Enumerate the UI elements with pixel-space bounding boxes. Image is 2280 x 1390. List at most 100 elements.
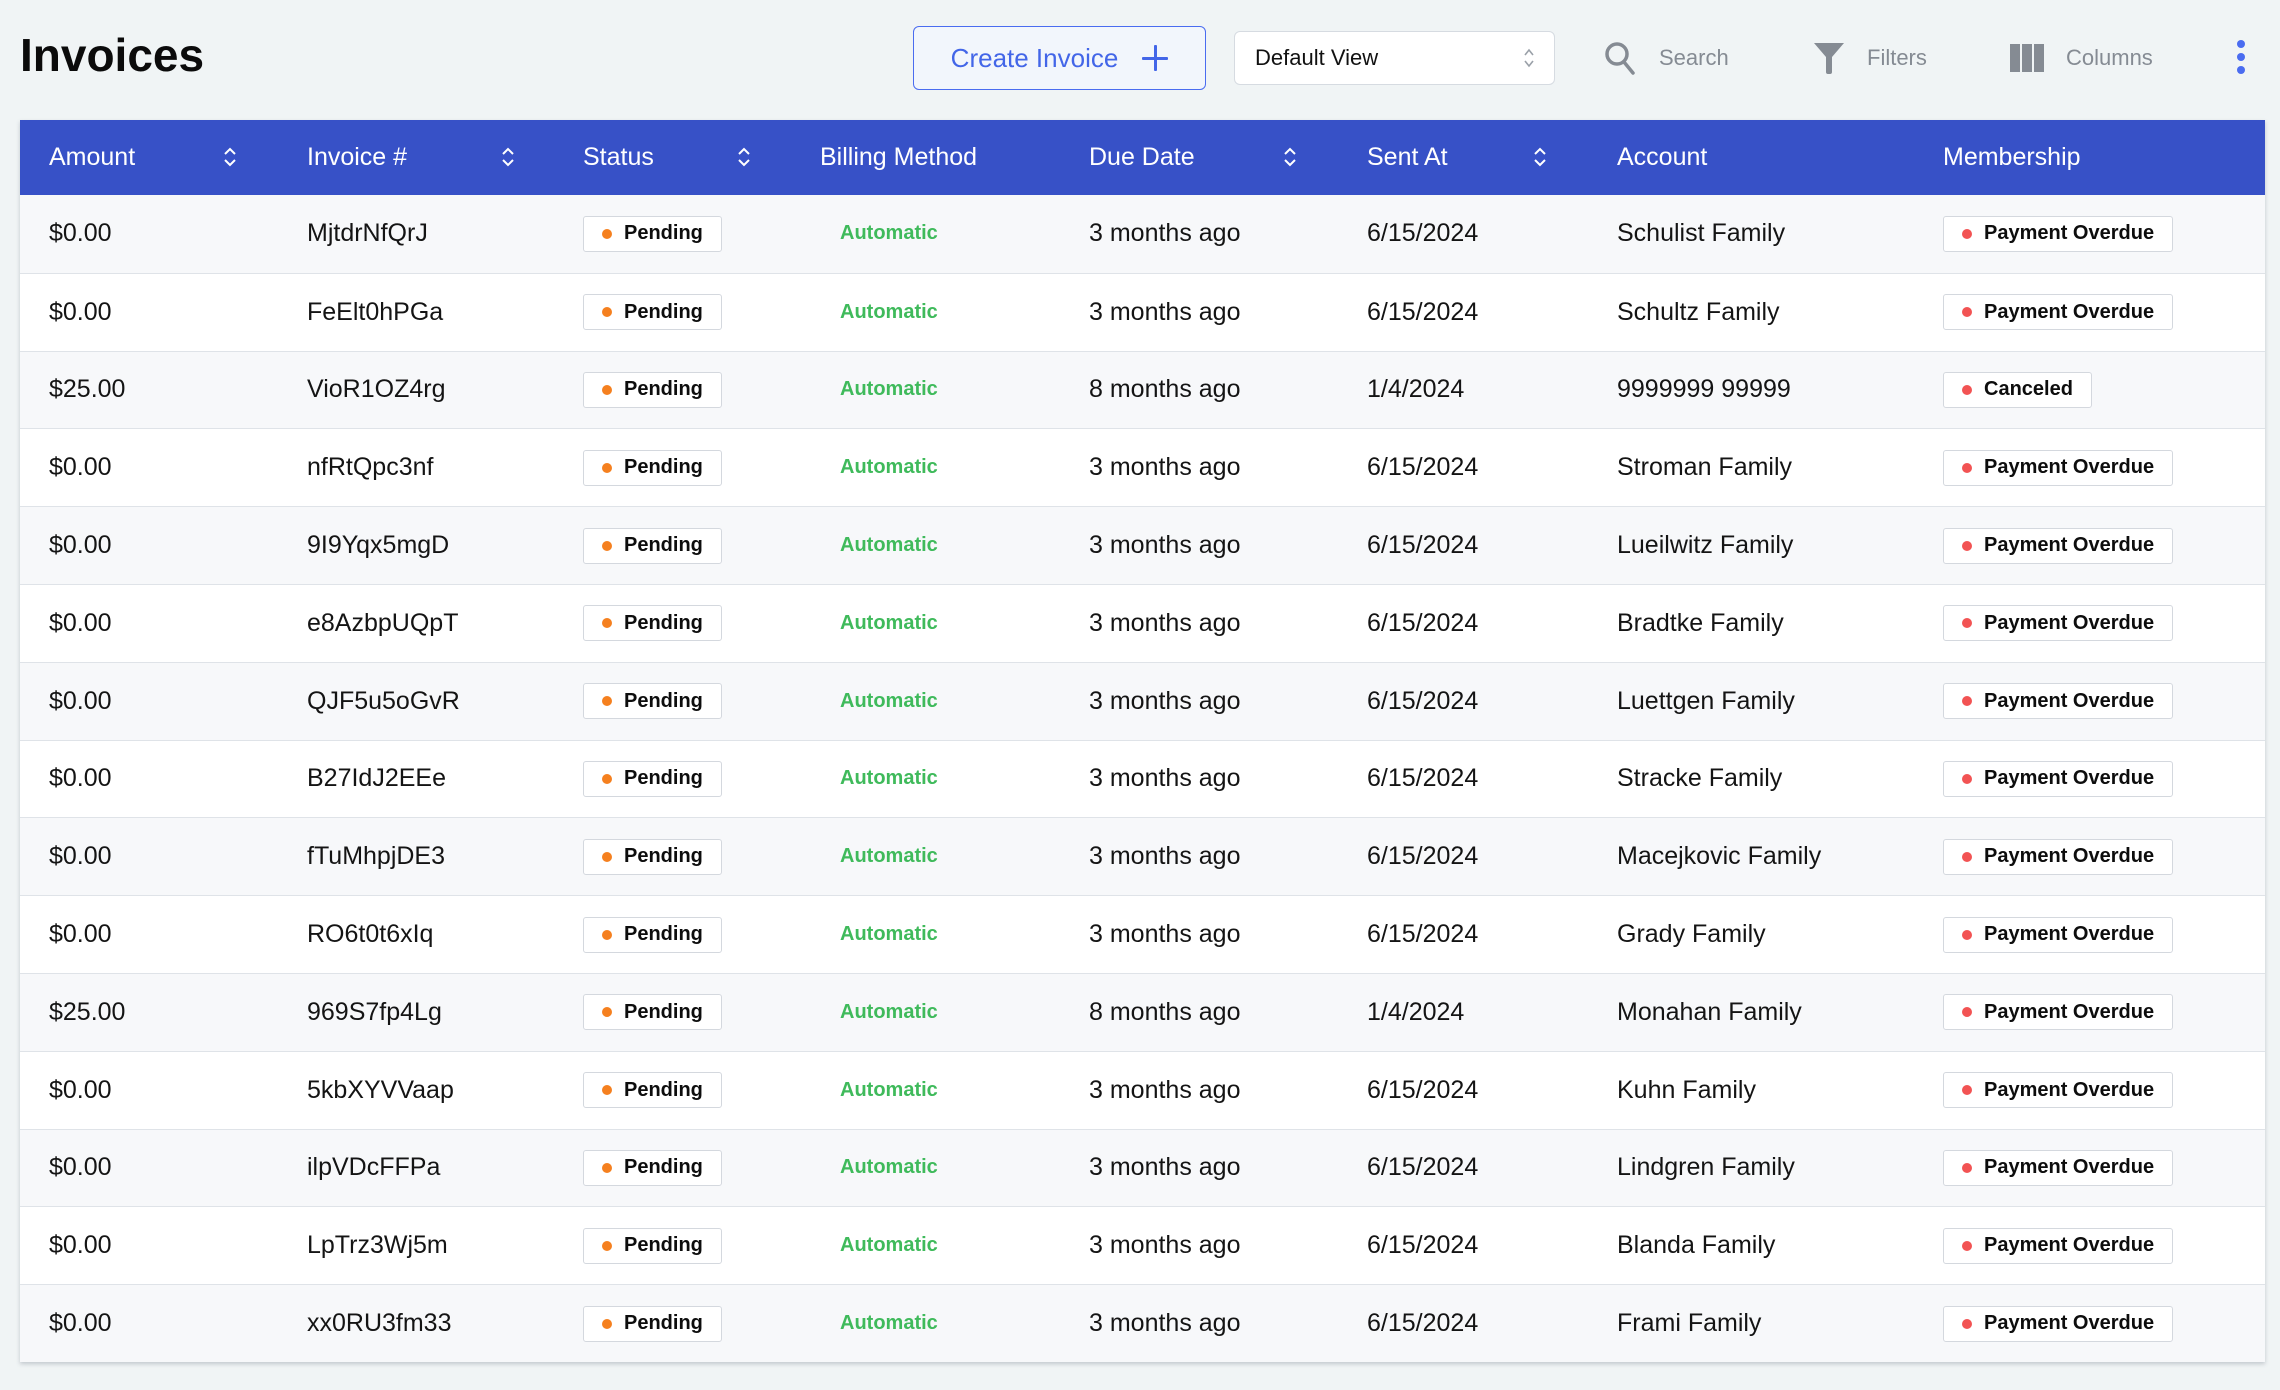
cell-invoice-number: B27IdJ2EEe xyxy=(307,764,446,793)
cell-amount: $0.00 xyxy=(49,531,112,560)
cell-account: Lindgren Family xyxy=(1617,1153,1795,1182)
cell-due-date: 3 months ago xyxy=(1089,608,1241,637)
status-dot-icon xyxy=(1962,696,1972,707)
sort-icon[interactable] xyxy=(501,144,515,170)
kebab-menu-icon[interactable] xyxy=(2231,40,2251,76)
status-dot-icon xyxy=(602,462,612,473)
table-row[interactable]: $0.00 QJF5u5oGvR Pending Automatic 3 months … xyxy=(20,661,2265,740)
cell-invoice-number: MjtdrNfQrJ xyxy=(307,219,428,248)
membership-badge: Payment Overdue xyxy=(1943,294,2174,331)
invoices-table: Amount Invoice # Status Billing Method Due D… xyxy=(20,120,2265,1362)
cell-membership: Payment Overdue xyxy=(1943,1052,2174,1129)
status-badge: Pending xyxy=(583,994,722,1031)
table-row[interactable]: $0.00 e8AzbpUQpT Pending Automatic 3 months … xyxy=(20,583,2265,662)
cell-sent-at: 6/15/2024 xyxy=(1367,764,1479,793)
cell-billing-method: Automatic xyxy=(820,896,938,973)
billing-method-label: Automatic xyxy=(840,1156,938,1179)
table-row[interactable]: $0.00 RO6t0t6xIq Pending Automatic 3 months … xyxy=(20,895,2265,973)
cell-billing-method: Automatic xyxy=(820,741,938,818)
membership-badge: Payment Overdue xyxy=(1943,449,2174,486)
billing-method-label: Automatic xyxy=(840,300,938,323)
column-header-invoice-number[interactable]: Invoice # xyxy=(307,120,407,195)
membership-badge-label: Payment Overdue xyxy=(1984,534,2155,557)
billing-method-label: Automatic xyxy=(840,611,938,634)
create-invoice-button[interactable]: Create Invoice xyxy=(913,26,1206,90)
billing-method-label: Automatic xyxy=(840,1312,938,1335)
column-header-membership[interactable]: Membership xyxy=(1943,120,2081,195)
table-row[interactable]: $25.00 VioR1OZ4rg Pending Automatic 8 months… xyxy=(20,350,2265,429)
cell-membership: Payment Overdue xyxy=(1943,274,2174,351)
status-dot-icon xyxy=(1962,384,1972,395)
membership-badge-label: Payment Overdue xyxy=(1984,1312,2155,1335)
cell-membership: Payment Overdue xyxy=(1943,896,2174,973)
table-row[interactable]: $0.00 FeElt0hPGa Pending Automatic 3 months … xyxy=(20,272,2265,351)
column-header-status[interactable]: Status xyxy=(583,120,654,195)
status-badge-label: Pending xyxy=(624,1078,703,1101)
cell-membership: Payment Overdue xyxy=(1943,585,2174,662)
cell-invoice-number: e8AzbpUQpT xyxy=(307,608,459,637)
column-header-sent-at[interactable]: Sent At xyxy=(1367,120,1448,195)
column-header-billing-method[interactable]: Billing Method xyxy=(820,120,977,195)
cell-status: Pending xyxy=(583,896,722,973)
sort-icon[interactable] xyxy=(737,144,751,170)
columns-button[interactable]: Columns xyxy=(2010,36,2153,80)
cell-status: Pending xyxy=(583,352,722,429)
column-header-account[interactable]: Account xyxy=(1617,120,1707,195)
cell-billing-method: Automatic xyxy=(820,195,938,273)
cell-billing-method: Automatic xyxy=(820,1207,938,1284)
status-badge: Pending xyxy=(583,760,722,797)
status-dot-icon xyxy=(602,1240,612,1251)
status-dot-icon xyxy=(602,1162,612,1173)
search-label: Search xyxy=(1659,45,1729,70)
table-row[interactable]: $0.00 B27IdJ2EEe Pending Automatic 3 months … xyxy=(20,739,2265,818)
table-row[interactable]: $0.00 xx0RU3fm33 Pending Automatic 3 months … xyxy=(20,1284,2265,1362)
cell-invoice-number: nfRtQpc3nf xyxy=(307,453,434,482)
status-badge: Pending xyxy=(583,449,722,486)
table-row[interactable]: $0.00 9I9Yqx5mgD Pending Automatic 3 months … xyxy=(20,506,2265,584)
cell-status: Pending xyxy=(583,818,722,895)
table-row[interactable]: $0.00 LpTrz3Wj5m Pending Automatic 3 months … xyxy=(20,1206,2265,1285)
table-row[interactable]: $0.00 MjtdrNfQrJ Pending Automatic 3 months … xyxy=(20,195,2265,273)
status-badge: Pending xyxy=(583,1149,722,1186)
status-badge: Pending xyxy=(583,1227,722,1264)
view-select[interactable]: Default View xyxy=(1234,31,1555,85)
cell-amount: $0.00 xyxy=(49,920,112,949)
table-row[interactable]: $0.00 5kbXYVVaap Pending Automatic 3 months … xyxy=(20,1050,2265,1129)
cell-sent-at: 6/15/2024 xyxy=(1367,842,1479,871)
filters-button[interactable]: Filters xyxy=(1813,36,1927,80)
column-header-due-date[interactable]: Due Date xyxy=(1089,120,1195,195)
cell-account: Bradtke Family xyxy=(1617,608,1784,637)
cell-account: Monahan Family xyxy=(1617,997,1802,1026)
cell-amount: $0.00 xyxy=(49,1309,112,1338)
cell-sent-at: 1/4/2024 xyxy=(1367,997,1465,1026)
cell-due-date: 3 months ago xyxy=(1089,1075,1241,1104)
sort-icon[interactable] xyxy=(1283,144,1297,170)
table-row[interactable]: $0.00 nfRtQpc3nf Pending Automatic 3 months … xyxy=(20,428,2265,507)
membership-badge: Payment Overdue xyxy=(1943,838,2174,875)
status-badge: Pending xyxy=(583,605,722,642)
search-button[interactable]: Search xyxy=(1603,36,1729,80)
cell-billing-method: Automatic xyxy=(820,1130,938,1207)
table-row[interactable]: $25.00 969S7fp4Lg Pending Automatic 8 months… xyxy=(20,972,2265,1051)
status-badge: Pending xyxy=(583,1072,722,1109)
billing-method-label: Automatic xyxy=(840,456,938,479)
membership-badge: Payment Overdue xyxy=(1943,605,2174,642)
membership-badge: Payment Overdue xyxy=(1943,1072,2174,1109)
status-dot-icon xyxy=(1962,1007,1972,1018)
cell-invoice-number: 5kbXYVVaap xyxy=(307,1075,454,1104)
column-header-amount[interactable]: Amount xyxy=(49,120,135,195)
status-dot-icon xyxy=(602,618,612,629)
cell-sent-at: 6/15/2024 xyxy=(1367,1231,1479,1260)
cell-billing-method: Automatic xyxy=(820,429,938,506)
status-dot-icon xyxy=(1962,1240,1972,1251)
status-dot-icon xyxy=(1962,462,1972,473)
status-badge-label: Pending xyxy=(624,1000,703,1023)
cell-status: Pending xyxy=(583,507,722,584)
table-row[interactable]: $0.00 fTuMhpjDE3 Pending Automatic 3 months … xyxy=(20,817,2265,896)
sort-icon[interactable] xyxy=(223,144,237,170)
cell-sent-at: 6/15/2024 xyxy=(1367,531,1479,560)
search-icon xyxy=(1605,42,1635,75)
status-badge-label: Pending xyxy=(624,1312,703,1335)
sort-icon[interactable] xyxy=(1533,144,1547,170)
table-row[interactable]: $0.00 ilpVDcFFPa Pending Automatic 3 months … xyxy=(20,1128,2265,1207)
